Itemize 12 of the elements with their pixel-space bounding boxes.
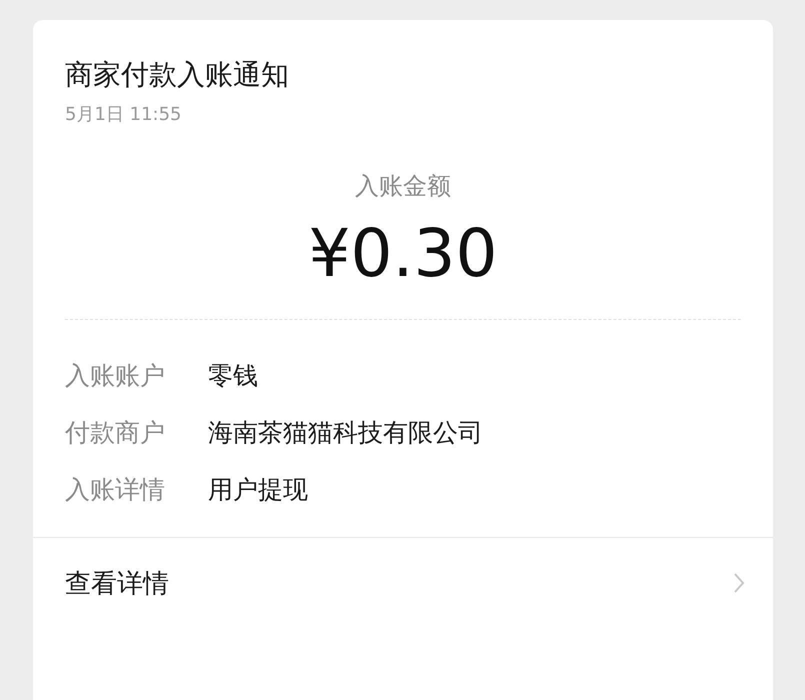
card-title: 商家付款入账通知 <box>65 58 290 92</box>
field-label: 入账详情 <box>65 474 166 506</box>
field-value: 零钱 <box>208 360 258 392</box>
chevron-right-icon <box>733 572 745 594</box>
amount-label: 入账金额 <box>354 170 452 202</box>
field-value: 海南茶猫猫科技有限公司 <box>208 416 483 449</box>
field-label: 入账账户 <box>65 360 166 392</box>
amount-value: ¥0.30 <box>308 214 498 293</box>
field-value: 用户提现 <box>208 474 308 506</box>
timestamp: 5月1日 11:55 <box>65 102 182 126</box>
details-link[interactable]: 查看详情 <box>33 536 773 601</box>
field-label: 付款商户 <box>65 416 166 449</box>
